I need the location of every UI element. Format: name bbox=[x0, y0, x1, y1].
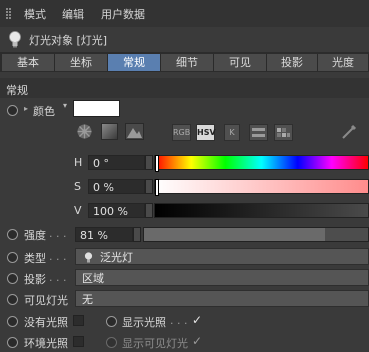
menu-mode[interactable]: 模式 bbox=[24, 6, 46, 22]
object-header: 灯光对象 [灯光] bbox=[0, 27, 369, 52]
color-swatch[interactable] bbox=[73, 100, 120, 117]
show-visible-light-animate-radio[interactable] bbox=[106, 337, 117, 348]
tab-coordinates[interactable]: 坐标 bbox=[55, 54, 108, 71]
swatches-icon[interactable] bbox=[274, 124, 293, 141]
image-icon[interactable] bbox=[125, 123, 144, 140]
saturation-label: S bbox=[74, 180, 81, 193]
hue-field[interactable]: 0 ° bbox=[88, 155, 145, 170]
kelvin-mode-button[interactable]: K bbox=[224, 124, 240, 141]
hsv-mode-button[interactable]: HSV bbox=[196, 124, 216, 141]
type-label: 类型 bbox=[24, 252, 46, 265]
no-illumination-label: 没有光照 bbox=[24, 316, 68, 329]
value-label: V bbox=[74, 204, 82, 217]
grip-icon bbox=[6, 8, 11, 19]
intensity-field[interactable]: 81 % bbox=[75, 227, 133, 242]
show-illumination-dots: . . . bbox=[170, 314, 188, 327]
show-illumination-checkmark[interactable]: ✓ bbox=[192, 313, 202, 327]
object-title: 灯光对象 [灯光] bbox=[29, 34, 108, 47]
show-illumination-label: 显示光照 bbox=[122, 316, 166, 329]
intensity-slider-fill bbox=[144, 228, 326, 241]
value-field[interactable]: 100 % bbox=[88, 203, 145, 218]
visible-light-animate-radio[interactable] bbox=[7, 294, 18, 305]
intensity-animate-radio[interactable] bbox=[7, 229, 18, 240]
rgb-mode-button[interactable]: RGB bbox=[172, 124, 191, 141]
intensity-stepper[interactable] bbox=[133, 227, 141, 242]
section-title: 常规 bbox=[6, 84, 28, 97]
tab-details[interactable]: 细节 bbox=[161, 54, 214, 71]
tab-bar: 基本 坐标 常规 细节 可见 投影 光度 bbox=[0, 52, 369, 72]
shadow-dropdown[interactable]: 区域 bbox=[75, 269, 369, 286]
type-value: 泛光灯 bbox=[100, 251, 133, 264]
intensity-label: 强度 bbox=[24, 229, 46, 242]
type-animate-radio[interactable] bbox=[7, 252, 18, 263]
section-header: 常规 bbox=[0, 78, 369, 98]
expand-arrow-icon[interactable]: ▸ bbox=[24, 104, 28, 113]
saturation-slider-handle[interactable] bbox=[155, 179, 159, 196]
visible-light-label: 可见灯光 bbox=[24, 294, 68, 307]
show-visible-light-label: 显示可见灯光 bbox=[122, 337, 188, 350]
shadow-animate-radio[interactable] bbox=[7, 273, 18, 284]
tab-visibility[interactable]: 可见 bbox=[214, 54, 267, 71]
intensity-dots: . . . bbox=[49, 227, 67, 240]
saturation-field[interactable]: 0 % bbox=[88, 179, 145, 194]
saturation-slider[interactable] bbox=[154, 179, 369, 196]
show-visible-light-checkmark[interactable]: ✓ bbox=[192, 334, 202, 348]
hue-slider-handle[interactable] bbox=[155, 155, 159, 172]
hue-stepper[interactable] bbox=[145, 155, 153, 170]
hue-slider[interactable] bbox=[154, 155, 369, 172]
hue-label: H bbox=[74, 156, 83, 169]
tab-general[interactable]: 常规 bbox=[108, 54, 161, 71]
no-illumination-animate-radio[interactable] bbox=[7, 316, 18, 327]
type-dots: . . . bbox=[49, 250, 67, 263]
color-animate-radio[interactable] bbox=[7, 105, 18, 116]
tab-shadow[interactable]: 投影 bbox=[267, 54, 318, 71]
ambient-checkbox[interactable] bbox=[73, 336, 84, 347]
type-dropdown[interactable]: 泛光灯 bbox=[75, 248, 369, 265]
color-label: 颜色 bbox=[33, 105, 55, 118]
menu-user-data[interactable]: 用户数据 bbox=[101, 6, 145, 22]
value-slider[interactable] bbox=[154, 203, 369, 218]
intensity-slider[interactable] bbox=[143, 227, 369, 242]
omni-light-icon bbox=[84, 252, 93, 263]
ambient-animate-radio[interactable] bbox=[7, 337, 18, 348]
shadow-label: 投影 bbox=[24, 273, 46, 286]
eyedropper-icon[interactable] bbox=[340, 123, 358, 141]
shadow-dots: . . . bbox=[49, 271, 67, 284]
value-stepper[interactable] bbox=[145, 203, 153, 218]
color-menu-arrow-icon[interactable]: ▾ bbox=[63, 101, 67, 110]
no-illumination-checkbox[interactable] bbox=[73, 315, 84, 326]
tab-photometric[interactable]: 光度 bbox=[318, 54, 369, 71]
mixer-icon[interactable] bbox=[249, 124, 268, 141]
menu-bar: 模式 编辑 用户数据 bbox=[0, 0, 369, 28]
visible-light-dropdown[interactable]: 无 bbox=[75, 290, 369, 307]
show-illumination-animate-radio[interactable] bbox=[106, 316, 117, 327]
color-wheel-icon[interactable] bbox=[76, 123, 93, 140]
ambient-label: 环境光照 bbox=[24, 337, 68, 350]
tab-basic[interactable]: 基本 bbox=[2, 54, 55, 71]
menu-edit[interactable]: 编辑 bbox=[62, 6, 84, 22]
saturation-stepper[interactable] bbox=[145, 179, 153, 194]
spectrum-icon[interactable] bbox=[101, 123, 118, 140]
light-bulb-icon bbox=[9, 31, 21, 48]
